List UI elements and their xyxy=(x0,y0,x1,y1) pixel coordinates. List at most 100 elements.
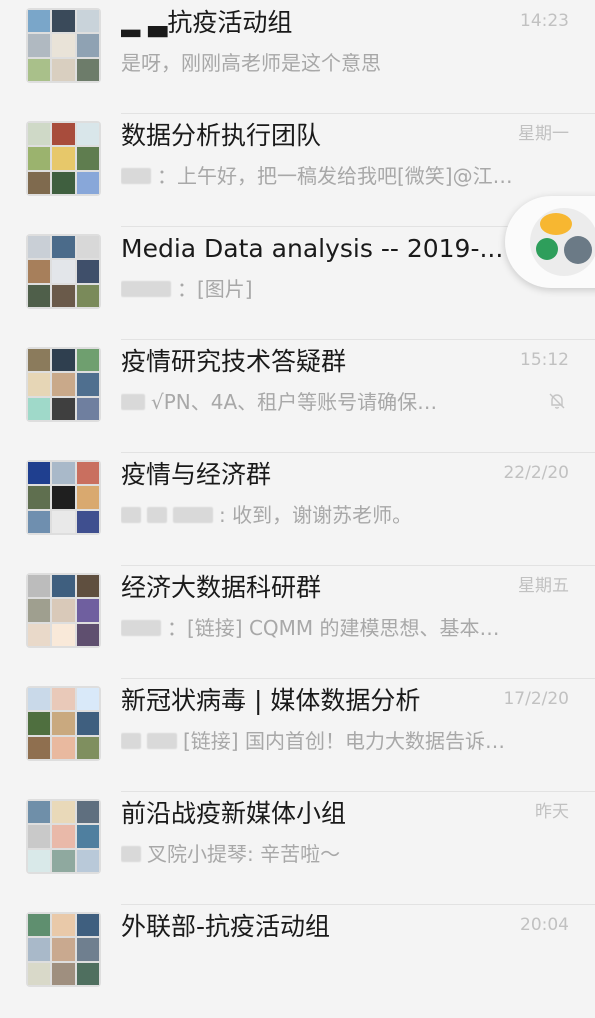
avatar-tile xyxy=(76,849,99,872)
chat-row[interactable]: 疫情与经济群 22/2/20: 收到，谢谢苏老师。 xyxy=(0,452,595,566)
chat-time: 14:23 xyxy=(520,11,569,31)
avatar-tile xyxy=(76,736,99,759)
avatar-tile xyxy=(52,58,75,81)
chat-title: ▂ ▃抗疫活动组 xyxy=(121,8,293,37)
avatar-tile xyxy=(28,147,51,170)
floating-window-bubble[interactable] xyxy=(505,196,595,288)
chat-time: 星期一 xyxy=(518,124,569,144)
chat-preview: [链接] 国内首创！电力大数据告诉… xyxy=(121,728,505,754)
chat-row[interactable]: 前沿战疫新媒体小组 昨天 叉院小提琴: 辛苦啦～ xyxy=(0,791,595,905)
avatar-tile xyxy=(76,486,99,509)
group-avatar xyxy=(26,799,101,874)
avatar-tile xyxy=(52,397,75,420)
avatar-tile xyxy=(76,284,99,307)
avatar-tile xyxy=(52,575,75,598)
chat-preview-text: ：[链接] CQMM 的建模思想、基本… xyxy=(167,616,500,640)
chat-title: 新冠状病毒 | 媒体数据分析 xyxy=(121,686,421,715)
chat-preview: 是呀，刚刚高老师是这个意思 xyxy=(121,50,381,76)
avatar-tile xyxy=(28,373,51,396)
chat-preview-text: ：[图片] xyxy=(177,277,253,301)
avatar-tile xyxy=(76,825,99,848)
avatar-tile xyxy=(52,962,75,985)
avatar-tile xyxy=(28,171,51,194)
chat-preview-text: : 收到，谢谢苏老师。 xyxy=(219,503,413,527)
avatar-tile xyxy=(76,171,99,194)
chat-preview: : 收到，谢谢苏老师。 xyxy=(121,502,412,528)
avatar-tile xyxy=(76,397,99,420)
avatar-tile xyxy=(52,712,75,735)
avatar-tile xyxy=(28,736,51,759)
group-avatar xyxy=(26,347,101,422)
group-avatar xyxy=(26,460,101,535)
chat-preview: ：上午好，把一稿发给我吧[微笑]@江… xyxy=(121,163,513,189)
chat-preview-text: 是呀，刚刚高老师是这个意思 xyxy=(121,51,381,75)
chat-preview-text: √PN、4A、租户等账号请确保… xyxy=(151,390,438,414)
avatar-tile xyxy=(28,510,51,533)
chat-time: 昨天 xyxy=(535,802,569,822)
avatar-tile xyxy=(52,938,75,961)
chat-title: Media Data analysis -- 2019-... xyxy=(121,234,501,263)
avatar-tile xyxy=(76,58,99,81)
avatar-tile xyxy=(28,58,51,81)
group-avatar xyxy=(26,912,101,987)
group-avatar xyxy=(26,8,101,83)
avatar-tile xyxy=(52,10,75,33)
bell-slash-icon xyxy=(549,393,565,409)
avatar-tile xyxy=(76,712,99,735)
avatar-tile xyxy=(28,623,51,646)
avatar-tile xyxy=(28,260,51,283)
redacted-name xyxy=(121,394,145,410)
chat-title: 前沿战疫新媒体小组 xyxy=(121,799,347,828)
avatar-tile xyxy=(28,825,51,848)
avatar-tile xyxy=(28,284,51,307)
avatar-tile xyxy=(28,938,51,961)
chat-title: 外联部-抗疫活动组 xyxy=(121,912,331,941)
redacted-name xyxy=(121,846,141,862)
chat-row[interactable]: 数据分析执行团队 星期一 ：上午好，把一稿发给我吧[微笑]@江… xyxy=(0,113,595,227)
avatar-tile xyxy=(28,801,51,824)
avatar-tile xyxy=(52,599,75,622)
avatar-tile xyxy=(76,34,99,57)
redacted-name xyxy=(173,507,213,523)
chat-preview: √PN、4A、租户等账号请确保… xyxy=(121,389,437,415)
redacted-name xyxy=(121,507,141,523)
chat-row[interactable]: 外联部-抗疫活动组 20:04 xyxy=(0,904,595,1018)
avatar-tile xyxy=(52,236,75,259)
redacted-name xyxy=(147,733,177,749)
group-avatar xyxy=(26,573,101,648)
chat-row[interactable]: 新冠状病毒 | 媒体数据分析 17/2/20 [链接] 国内首创！电力大数据告诉… xyxy=(0,678,595,792)
avatar-tile xyxy=(52,688,75,711)
avatar-tile xyxy=(76,914,99,937)
chat-list: ▂ ▃抗疫活动组 14:23 是呀，刚刚高老师是这个意思数据分析执行团队 星期一 ：上午… xyxy=(0,0,595,987)
avatar-tile xyxy=(52,34,75,57)
avatar-tile xyxy=(76,349,99,372)
avatar-tile xyxy=(76,962,99,985)
avatar-tile xyxy=(76,801,99,824)
avatar-tile xyxy=(76,260,99,283)
chat-time: 20:04 xyxy=(520,915,569,935)
chat-row[interactable]: ▂ ▃抗疫活动组 14:23 是呀，刚刚高老师是这个意思 xyxy=(0,0,595,114)
chat-preview: ：[链接] CQMM 的建模思想、基本… xyxy=(121,615,500,641)
avatar-tile xyxy=(28,599,51,622)
avatar-tile xyxy=(52,123,75,146)
avatar-tile xyxy=(52,147,75,170)
chat-row[interactable]: 经济大数据科研群 星期五 ：[链接] CQMM 的建模思想、基本… xyxy=(0,565,595,679)
chat-time: 15:12 xyxy=(520,350,569,370)
redacted-name xyxy=(121,281,171,297)
chat-preview-text: [链接] 国内首创！电力大数据告诉… xyxy=(183,729,505,753)
chat-preview-text: ：上午好，把一稿发给我吧[微笑]@江… xyxy=(157,164,513,188)
avatar-tile xyxy=(52,825,75,848)
avatar-tile xyxy=(52,462,75,485)
avatar-tile xyxy=(76,236,99,259)
avatar-tile xyxy=(76,575,99,598)
chat-title: 数据分析执行团队 xyxy=(121,121,322,150)
avatar-tile xyxy=(76,373,99,396)
avatar-tile xyxy=(28,712,51,735)
avatar-tile xyxy=(28,123,51,146)
chat-row[interactable]: 疫情研究技术答疑群 15:12 √PN、4A、租户等账号请确保… xyxy=(0,339,595,453)
avatar-tile xyxy=(28,34,51,57)
avatar-tile xyxy=(28,10,51,33)
avatar-tile xyxy=(76,599,99,622)
avatar-tile xyxy=(76,938,99,961)
avatar-tile xyxy=(28,349,51,372)
